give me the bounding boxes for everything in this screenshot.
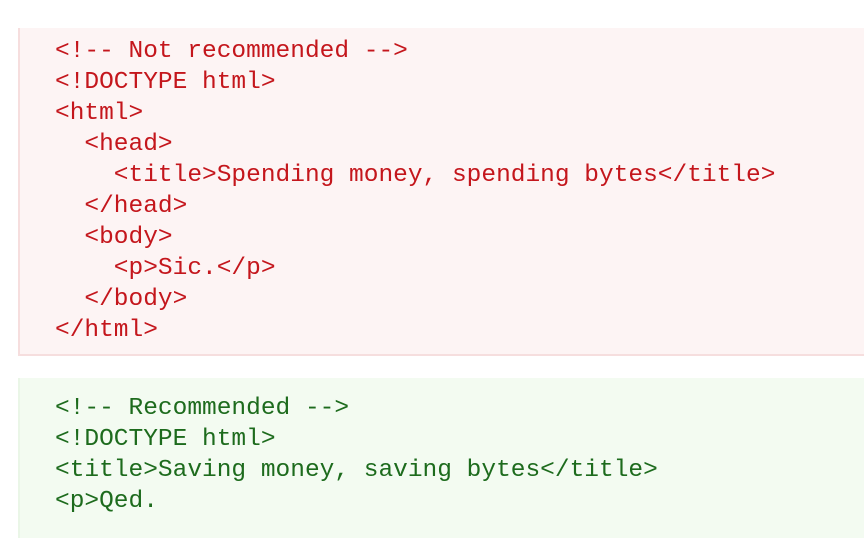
code-line: <!-- Recommended -->: [55, 395, 350, 422]
code-line: </html>: [55, 317, 158, 344]
code-line: <p>Qed.: [55, 488, 158, 515]
code-line: <p>Sic.</p>: [55, 255, 276, 282]
code-line: <html>: [55, 100, 144, 127]
code-line: <head>: [55, 131, 173, 158]
code-line: </body>: [55, 286, 188, 313]
not-recommended-code-block: <!-- Not recommended --> <!DOCTYPE html> <…: [18, 28, 864, 356]
code-line: <!DOCTYPE html>: [55, 426, 276, 453]
code-line: <!-- Not recommended -->: [55, 38, 408, 65]
recommended-code-block: <!-- Recommended --> <!DOCTYPE html> <titl…: [18, 378, 864, 538]
code-line: <!DOCTYPE html>: [55, 69, 276, 96]
code-line: <body>: [55, 224, 173, 251]
code-line: </head>: [55, 193, 188, 220]
code-line: <title>Spending money, spending bytes</t…: [55, 162, 776, 189]
code-line: <title>Saving money, saving bytes</title…: [55, 457, 658, 484]
